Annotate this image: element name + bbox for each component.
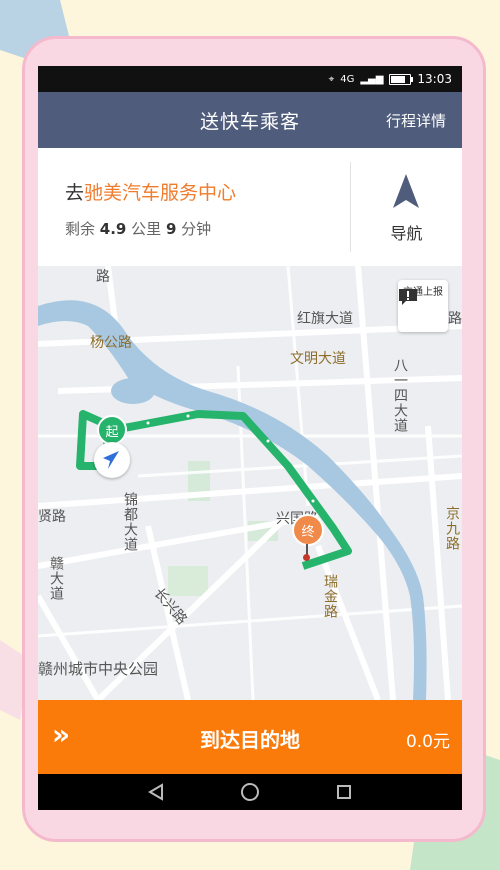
map-view[interactable]: 交通上报 路 红旗大道 路 杨公路 文明大道 八一四大道 京九路 锦都大道 贤路… (38, 266, 462, 700)
destination-name: 驰美汽车服务中心 (84, 182, 237, 204)
end-marker: 终 (292, 514, 324, 546)
map-label: 京九路 (444, 506, 460, 551)
page-title: 送快车乘客 (199, 110, 300, 133)
remaining-minutes: 9 (165, 220, 177, 238)
status-bar: ⌖ 4G ▂▄▆ 13:03 (38, 66, 462, 92)
remaining-info: 剩余 4.9 公里 9 分钟 (65, 218, 211, 239)
minutes-unit: 分钟 (181, 220, 212, 238)
end-marker-dot (303, 554, 310, 561)
map-label: 文明大道 (290, 351, 346, 367)
map-label: 锦都大道 (122, 492, 138, 552)
phone-screen: ⌖ 4G ▂▄▆ 13:03 送快车乘客 行程详情 去驰美汽车服务中心 剩余 4… (38, 66, 462, 810)
battery-icon (389, 73, 414, 85)
navigation-label: 导航 (390, 224, 423, 243)
map-label: 红旗大道 (297, 311, 353, 327)
map-label: 贤路 (38, 509, 66, 525)
destination-prefix: 去 (65, 182, 85, 204)
map-label: 瑞金路 (322, 574, 338, 619)
location-icon: ⌖ (328, 73, 335, 85)
recent-apps-icon[interactable] (326, 774, 362, 810)
map-label: 八一四大道 (392, 358, 408, 433)
fare-amount: 0.0元 (405, 732, 450, 752)
map-label: 杨公路 (90, 335, 132, 351)
back-icon[interactable] (138, 774, 174, 810)
navigation-arrow-icon (393, 174, 419, 208)
map-label: 赣州城市中央公园 (38, 660, 159, 678)
home-icon[interactable] (232, 774, 268, 810)
destination-line: 去驰美汽车服务中心 (65, 178, 236, 205)
end-marker-label: 终 (301, 524, 315, 540)
arrive-label: 到达目的地 (200, 728, 300, 752)
start-marker-label: 起 (105, 424, 119, 440)
system-nav-bar (38, 774, 462, 810)
remaining-distance: 4.9 (99, 220, 127, 238)
signal-icon: ▂▄▆ (360, 73, 384, 85)
distance-unit: 公里 (131, 220, 162, 238)
remaining-prefix: 剩余 (65, 220, 96, 238)
map-label: 赣大道 (48, 556, 64, 601)
navigation-button[interactable]: 导航 (351, 148, 462, 266)
arrive-destination-button[interactable]: » 到达目的地 0.0元 (38, 700, 462, 774)
traffic-report-button[interactable]: 交通上报 (398, 280, 448, 332)
destination-card: 去驰美汽车服务中心 剩余 4.9 公里 9 分钟 导航 (38, 148, 462, 266)
title-bar: 送快车乘客 行程详情 (38, 92, 462, 148)
current-location-icon (94, 442, 130, 478)
clock: 13:03 (417, 72, 452, 86)
map-label: 路 (96, 269, 110, 285)
report-icon (399, 289, 417, 305)
network-type: 4G (340, 73, 355, 85)
map-label: 路 (448, 311, 462, 327)
start-marker: 起 (97, 415, 127, 445)
trip-details-button[interactable]: 行程详情 (386, 110, 446, 131)
